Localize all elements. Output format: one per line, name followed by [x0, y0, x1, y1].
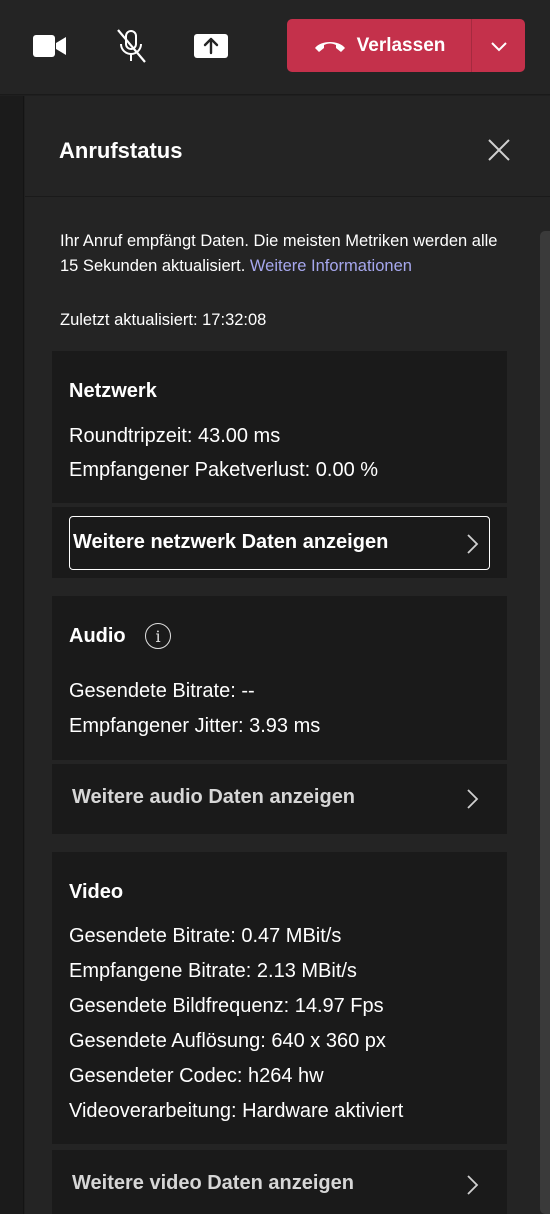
audio-metric: Empfangener Jitter: 3.93 ms	[69, 715, 321, 737]
more-info-link[interactable]: Weitere Informationen	[250, 257, 412, 275]
more-audio-label: Weitere audio Daten anzeigen	[72, 786, 356, 808]
network-card: Netzwerk Roundtripzeit: 43.00 ms Empfang…	[52, 351, 507, 503]
chevron-right-icon	[467, 534, 479, 554]
scrollbar[interactable]	[540, 231, 550, 1214]
more-audio-data-button[interactable]: Weitere audio Daten anzeigen	[52, 764, 507, 834]
video-metric: Gesendeter Codec: h264 hw	[69, 1065, 324, 1087]
network-title: Netzwerk	[69, 380, 157, 402]
more-video-label: Weitere video Daten anzeigen	[72, 1172, 354, 1194]
chevron-right-icon	[467, 789, 479, 809]
left-rail	[0, 96, 24, 1214]
last-updated: Zuletzt aktualisiert: 17:32:08	[60, 311, 267, 329]
video-title: Video	[69, 881, 124, 903]
audio-card: Audio i Gesendete Bitrate: -- Empfangene…	[52, 596, 507, 760]
video-metric: Gesendete Bitrate: 0.47 MBit/s	[69, 925, 342, 947]
network-metric: Roundtripzeit: 43.00 ms	[69, 425, 281, 447]
share-screen-icon[interactable]	[193, 28, 229, 64]
chevron-down-icon	[490, 41, 507, 51]
intro-text: Ihr Anruf empfängt Daten. Die meisten Me…	[60, 229, 500, 279]
panel-title: Anrufstatus	[59, 138, 183, 163]
leave-options-button[interactable]	[472, 19, 525, 72]
leave-button-main[interactable]: Verlassen	[287, 19, 471, 72]
more-network-label: Weitere netzwerk Daten anzeigen	[73, 531, 389, 553]
video-metric: Empfangene Bitrate: 2.13 MBit/s	[69, 960, 357, 982]
info-icon[interactable]: i	[145, 623, 171, 649]
video-camera-icon[interactable]	[32, 28, 68, 64]
leave-label: Verlassen	[356, 34, 446, 56]
video-metric: Gesendete Bildfrequenz: 14.97 Fps	[69, 995, 384, 1017]
more-network-data-button[interactable]: Weitere netzwerk Daten anzeigen	[52, 507, 507, 578]
video-metric: Videoverarbeitung: Hardware aktiviert	[69, 1100, 404, 1122]
hang-up-icon	[314, 41, 345, 52]
audio-metric: Gesendete Bitrate: --	[69, 680, 255, 702]
video-metric: Gesendete Auflösung: 640 x 360 px	[69, 1030, 386, 1052]
close-button[interactable]	[485, 136, 513, 164]
audio-title: Audio	[69, 625, 126, 647]
close-icon	[488, 139, 510, 161]
microphone-muted-icon[interactable]	[113, 28, 149, 64]
call-health-panel: Anrufstatus Ihr Anruf empfängt Daten. Di…	[25, 96, 550, 1214]
panel-header: Anrufstatus	[25, 96, 550, 197]
more-video-data-button[interactable]: Weitere video Daten anzeigen	[52, 1150, 507, 1214]
call-toolbar: Verlassen	[0, 0, 550, 95]
network-metric: Empfangener Paketverlust: 0.00 %	[69, 459, 379, 481]
video-card: Video Gesendete Bitrate: 0.47 MBit/s Emp…	[52, 852, 507, 1144]
chevron-right-icon	[467, 1175, 479, 1195]
leave-call-button[interactable]: Verlassen	[287, 19, 525, 72]
